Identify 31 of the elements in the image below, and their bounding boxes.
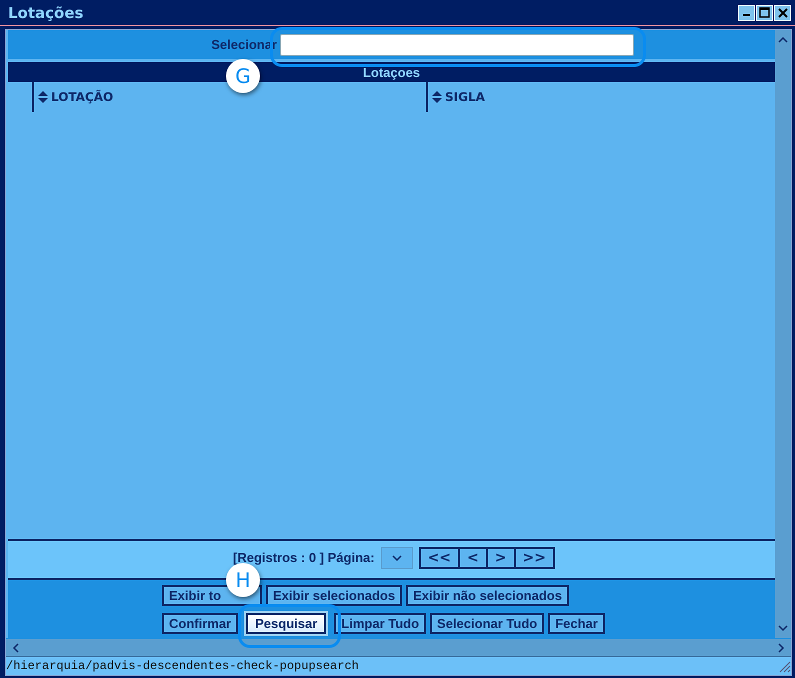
status-text: /hierarquia/padvis-descendentes-check-popupsearch	[6, 658, 360, 674]
record-count: [Registros : 0 ] Página:	[233, 550, 375, 565]
action-button[interactable]: Confirmar	[162, 612, 238, 634]
maximize-icon[interactable]	[756, 4, 773, 20]
sort-icon	[432, 91, 442, 103]
page-button[interactable]: >	[488, 549, 514, 567]
scroll-down-icon[interactable]	[778, 624, 788, 632]
action-button[interactable]: Exibir não selecionados	[406, 584, 569, 606]
sort-icon	[38, 91, 48, 103]
window-title: Lotações	[8, 4, 84, 22]
page-button[interactable]: <	[460, 549, 486, 567]
minimize-icon[interactable]	[738, 4, 755, 20]
input-field[interactable]	[280, 34, 634, 56]
caret-icon[interactable]	[392, 555, 402, 561]
scroll-left-icon[interactable]	[12, 642, 20, 652]
page-button[interactable]: <<	[420, 549, 458, 567]
scroll-up-icon[interactable]	[778, 36, 788, 44]
column-header[interactable]: LOTAÇÃO	[51, 90, 114, 104]
close-icon[interactable]	[774, 4, 791, 20]
scroll-right-icon[interactable]	[777, 642, 785, 652]
field-label: Selecionar	[210, 37, 277, 52]
action-button[interactable]: Exibir selecionados	[266, 584, 402, 606]
action-button[interactable]: Limpar Tudo	[334, 612, 426, 634]
action-button[interactable]: Pesquisar	[246, 612, 326, 634]
action-button[interactable]: Fechar	[548, 612, 605, 634]
table-caption: Lotaçoes	[362, 65, 420, 82]
action-button[interactable]: Selecionar Tudo	[430, 612, 544, 634]
page-select[interactable]	[380, 547, 413, 569]
page-button[interactable]: >>	[516, 549, 553, 567]
resize-grip-icon[interactable]	[777, 659, 791, 673]
column-header[interactable]: SIGLA	[445, 90, 485, 104]
